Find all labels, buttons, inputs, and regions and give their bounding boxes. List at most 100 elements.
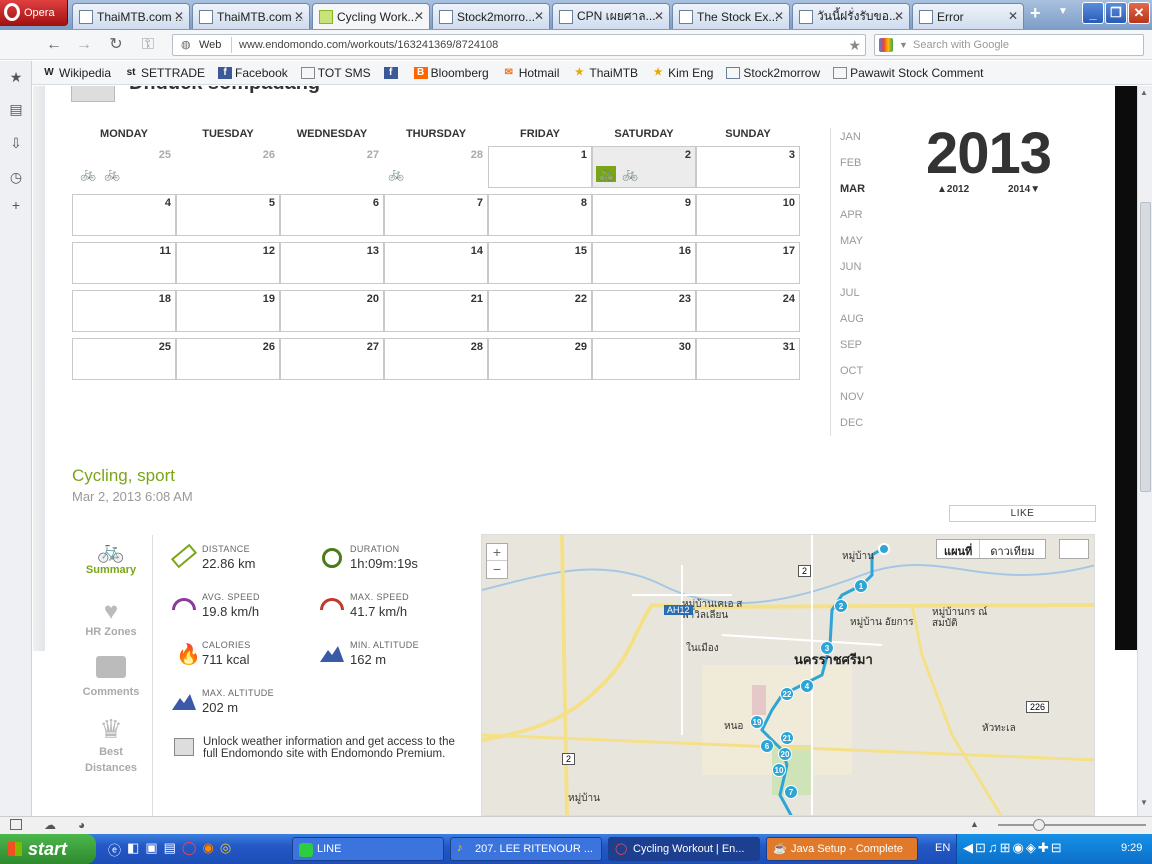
month-mar[interactable]: MAR xyxy=(840,183,865,195)
firefox-icon[interactable]: ◉ xyxy=(202,840,213,859)
avatar[interactable] xyxy=(71,86,115,102)
downloads-icon[interactable]: ⇩ xyxy=(8,135,24,151)
route-marker[interactable]: 21 xyxy=(780,731,794,745)
month-dec[interactable]: DEC xyxy=(840,417,863,429)
calendar-day[interactable]: 31 xyxy=(696,338,800,380)
tab-8[interactable]: Error ✕ xyxy=(912,3,1024,29)
key-icon[interactable]: ⚿ xyxy=(138,36,158,54)
route-marker[interactable]: 20 xyxy=(778,747,792,761)
month-apr[interactable]: APR xyxy=(840,209,863,221)
scroll-down-icon[interactable]: ▼ xyxy=(1140,798,1148,807)
calendar-day[interactable]: 21 xyxy=(384,290,488,332)
route-marker[interactable]: 3 xyxy=(820,641,834,655)
close-tab-icon[interactable]: ✕ xyxy=(894,9,904,23)
calendar-day[interactable]: 19 xyxy=(176,290,280,332)
month-jun[interactable]: JUN xyxy=(840,261,861,273)
fullscreen-button[interactable] xyxy=(1059,539,1089,559)
month-jul[interactable]: JUL xyxy=(840,287,860,299)
tab-6[interactable]: The Stock Ex... ✕ xyxy=(672,3,790,29)
bookmark-bloomberg[interactable]: B Bloomberg xyxy=(413,66,489,80)
next-year-button[interactable]: 2014▼ xyxy=(1008,184,1040,195)
url-field[interactable]: ◍ Web www.endomondo.com/workouts/1632413… xyxy=(172,34,866,56)
calendar-day[interactable]: 27 xyxy=(280,338,384,380)
close-tab-icon[interactable]: ✕ xyxy=(1008,9,1018,23)
bookmark-tot-sms[interactable]: TOT SMS xyxy=(300,66,371,80)
route-map[interactable]: + − แผนที่ ดาวเทียม หมู่บ้านเคเอ สพาวิลเ… xyxy=(481,534,1095,816)
panel-toggle-icon[interactable] xyxy=(10,819,22,830)
start-button[interactable]: start xyxy=(0,834,96,864)
tab-3-active[interactable]: Cycling Work... ✕ xyxy=(312,3,430,29)
month-aug[interactable]: AUG xyxy=(840,313,864,325)
tab-7[interactable]: วันนี้ฝรั่งรับขอ... ✕ xyxy=(792,3,910,29)
calendar-day[interactable]: 5 xyxy=(176,194,280,236)
calendar-day[interactable]: 22 xyxy=(488,290,592,332)
calendar-day[interactable]: 24 xyxy=(696,290,800,332)
calendar-day[interactable]: 18 xyxy=(72,290,176,332)
calendar-day[interactable]: 9 xyxy=(592,194,696,236)
bookmark-pawawit[interactable]: Pawawit Stock Comment xyxy=(833,66,984,80)
tab-4[interactable]: Stock2morro... ✕ xyxy=(432,3,550,29)
route-marker[interactable]: 7 xyxy=(784,785,798,799)
calendar-day[interactable]: 12 xyxy=(176,242,280,284)
bookmark-hotmail[interactable]: ✉ Hotmail xyxy=(502,66,559,80)
app-icon[interactable]: ▤ xyxy=(164,840,176,859)
calendar-day[interactable]: 6 xyxy=(280,194,384,236)
history-clock-icon[interactable]: ◷ xyxy=(8,169,24,185)
search-field[interactable]: ▼ Search with Google xyxy=(874,34,1144,56)
close-tab-icon[interactable]: ✕ xyxy=(774,9,784,23)
zoom-out-button[interactable]: − xyxy=(487,561,507,578)
task-java-setup[interactable]: ☕ Java Setup - Complete xyxy=(766,837,918,861)
maximize-icon[interactable]: ❐ xyxy=(1105,2,1127,24)
zoom-in-button[interactable]: + xyxy=(487,544,507,561)
tab-list-chevron-icon[interactable]: ▼ xyxy=(1058,6,1068,17)
add-panel-icon[interactable]: + xyxy=(8,197,24,213)
calendar-day[interactable]: 23 xyxy=(592,290,696,332)
calendar-day[interactable]: 27 xyxy=(280,146,384,188)
month-oct[interactable]: OCT xyxy=(840,365,863,377)
close-tab-icon[interactable]: ✕ xyxy=(414,9,424,23)
route-marker[interactable]: 22 xyxy=(780,687,794,701)
new-tab-icon[interactable]: + xyxy=(1030,4,1046,22)
best-distances-tab[interactable]: ♛ Best Distances xyxy=(73,714,149,776)
close-tab-icon[interactable]: ✕ xyxy=(294,9,304,23)
bicycle-workout-icon[interactable]: 🚲 xyxy=(388,166,404,182)
calendar-day[interactable]: 17 xyxy=(696,242,800,284)
month-jan[interactable]: JAN xyxy=(840,131,861,143)
route-marker[interactable]: 2 xyxy=(834,599,848,613)
calendar-day[interactable]: 30 xyxy=(592,338,696,380)
bookmark-facebook[interactable]: f Facebook xyxy=(218,66,288,80)
calendar-day[interactable]: 29 xyxy=(488,338,592,380)
bookmark-wikipedia[interactable]: W Wikipedia xyxy=(42,66,111,80)
calendar-day[interactable]: 25 xyxy=(72,338,176,380)
minimize-icon[interactable]: _ xyxy=(1082,2,1104,24)
route-marker[interactable]: 4 xyxy=(800,679,814,693)
bookmark-star-icon[interactable]: ★ xyxy=(848,35,861,55)
close-tab-icon[interactable]: ✕ xyxy=(534,9,544,23)
calendar-day[interactable]: 11 xyxy=(72,242,176,284)
zoom-slider[interactable] xyxy=(998,824,1146,826)
speed-dial-icon[interactable]: ◕ xyxy=(78,818,85,832)
close-tab-icon[interactable]: ✕ xyxy=(654,9,664,23)
calendar-day[interactable]: 10 xyxy=(696,194,800,236)
map-canvas[interactable] xyxy=(482,535,1095,816)
task-opera-active[interactable]: ◯ Cycling Workout | En... xyxy=(608,837,760,861)
cloud-icon[interactable]: ☁ xyxy=(44,818,56,832)
calendar-day[interactable]: 14 xyxy=(384,242,488,284)
bookmark-thaimtb[interactable]: ★ ThaiMTB xyxy=(572,66,638,80)
chrome-icon[interactable]: ◎ xyxy=(220,840,231,859)
bicycle-workout-icon[interactable]: 🚲 xyxy=(622,166,638,182)
route-marker[interactable]: 1 xyxy=(854,579,868,593)
like-button[interactable]: LIKE xyxy=(949,505,1096,522)
chevron-down-icon[interactable]: ▼ xyxy=(899,35,908,55)
bookmark-kim-eng[interactable]: ★ Kim Eng xyxy=(651,66,714,80)
calendar-day[interactable]: 8 xyxy=(488,194,592,236)
calendar-day[interactable]: 16 xyxy=(592,242,696,284)
bicycle-workout-icon[interactable]: 🚲 xyxy=(80,166,96,182)
view-icon[interactable]: ▲ xyxy=(970,819,979,829)
prev-year-button[interactable]: ▲2012 xyxy=(937,184,969,195)
bookmarks-star-icon[interactable]: ★ xyxy=(8,69,24,85)
bookmark-facebook-2[interactable]: f xyxy=(383,66,401,79)
month-feb[interactable]: FEB xyxy=(840,157,861,169)
ie-icon[interactable]: ⓔ xyxy=(108,840,121,859)
summary-tab[interactable]: 🚲 Summary xyxy=(73,538,149,576)
